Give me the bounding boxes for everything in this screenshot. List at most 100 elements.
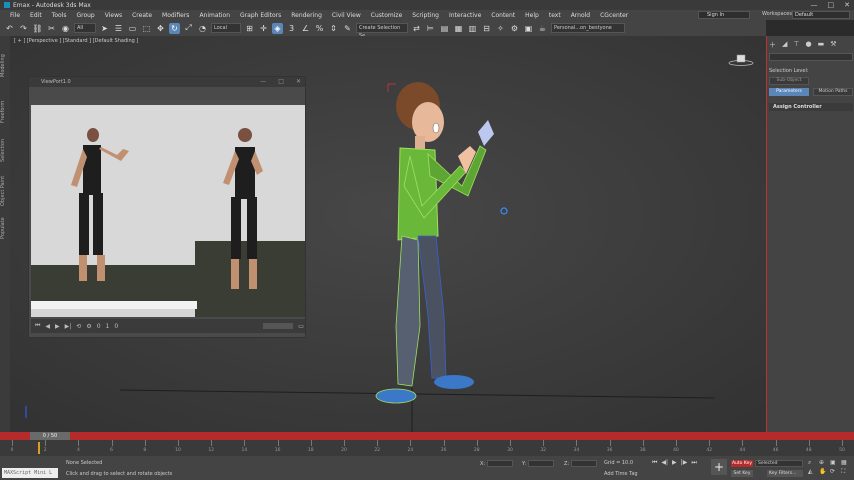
zoom-icon[interactable]: ⌕ bbox=[808, 459, 818, 467]
fullscreen-icon[interactable]: ▭ bbox=[298, 323, 304, 330]
redo-icon[interactable]: ↷ bbox=[18, 23, 29, 34]
volume-slider[interactable] bbox=[263, 323, 294, 329]
window-crossing-icon[interactable]: ⬚ bbox=[141, 23, 152, 34]
prev-key-button[interactable]: ◀| bbox=[661, 459, 668, 467]
keyframe-marker[interactable] bbox=[38, 442, 40, 454]
menu-interactive[interactable]: Interactive bbox=[449, 12, 481, 19]
auto-key-button[interactable]: Auto Key bbox=[731, 460, 753, 467]
render-frame-icon[interactable]: ▣ bbox=[523, 23, 534, 34]
track-bar[interactable]: 0 2 4 6 8 10 12 14 16 18 20 22 24 26 28 30 32 34 36 38 40 42 4… bbox=[0, 440, 854, 456]
sign-in-button[interactable]: Sign In bbox=[698, 11, 750, 19]
percent-snap-icon[interactable]: % bbox=[314, 23, 325, 34]
next-frame-icon[interactable]: ▶| bbox=[65, 323, 72, 330]
set-key-button[interactable]: Set Key bbox=[731, 470, 753, 477]
pan-icon[interactable]: ✋ bbox=[819, 468, 829, 476]
tab-populate[interactable]: Populate bbox=[0, 208, 10, 248]
menu-modifiers[interactable]: Modifiers bbox=[162, 12, 189, 19]
mirror-icon[interactable]: ⇄ bbox=[411, 23, 422, 34]
menu-customize[interactable]: Customize bbox=[371, 12, 403, 19]
menu-help[interactable]: Help bbox=[525, 12, 539, 19]
render-setup-icon[interactable]: ⚙ bbox=[509, 23, 520, 34]
menu-arnold[interactable]: Arnold bbox=[571, 12, 590, 19]
menu-cgcenter[interactable]: CGcenter bbox=[600, 12, 628, 19]
play-button[interactable]: ▶ bbox=[672, 459, 677, 467]
play-icon[interactable]: ▶ bbox=[55, 323, 60, 330]
unlink-icon[interactable]: ✂ bbox=[46, 23, 57, 34]
selection-filter-select[interactable]: All bbox=[74, 23, 96, 33]
menu-create[interactable]: Create bbox=[132, 12, 152, 19]
menu-rendering[interactable]: Rendering bbox=[291, 12, 322, 19]
bind-icon[interactable]: ◉ bbox=[60, 23, 71, 34]
rect-region-icon[interactable]: ▭ bbox=[127, 23, 138, 34]
maxscript-listener[interactable]: MAXScript Mini L bbox=[2, 468, 58, 478]
goto-start-icon[interactable]: ⏮ bbox=[35, 322, 40, 330]
object-name-field[interactable] bbox=[769, 53, 853, 61]
menu-graph-editors[interactable]: Graph Editors bbox=[240, 12, 281, 19]
viewcube-icon[interactable] bbox=[728, 54, 754, 66]
zoom-all-icon[interactable]: ⊕ bbox=[819, 459, 829, 467]
menu-civil-view[interactable]: Civil View bbox=[332, 12, 361, 19]
minimize-button[interactable]: — bbox=[811, 1, 818, 9]
scale-icon[interactable]: ⤢ bbox=[183, 23, 194, 34]
menu-animation[interactable]: Animation bbox=[199, 12, 230, 19]
prev-frame-icon[interactable]: ◀ bbox=[45, 323, 50, 330]
z-field[interactable] bbox=[571, 460, 598, 467]
key-set-select[interactable]: Selected bbox=[755, 460, 803, 467]
placement-icon[interactable]: ◔ bbox=[197, 23, 208, 34]
x-field[interactable] bbox=[487, 460, 514, 467]
menu-text[interactable]: text bbox=[549, 12, 561, 19]
goto-start-button[interactable]: ⏮ bbox=[652, 459, 657, 467]
motion-tab-icon[interactable]: ● bbox=[806, 40, 812, 50]
align-icon[interactable]: ⊨ bbox=[425, 23, 436, 34]
schematic-icon[interactable]: ⊟ bbox=[481, 23, 492, 34]
fov-icon[interactable]: ◭ bbox=[808, 468, 818, 476]
reference-coord-select[interactable]: Local bbox=[211, 23, 241, 33]
pivot-icon[interactable]: ⊞ bbox=[244, 23, 255, 34]
time-slider-track[interactable] bbox=[0, 432, 854, 440]
next-key-button[interactable]: |▶ bbox=[681, 459, 688, 467]
zoom-extents-icon[interactable]: ▣ bbox=[830, 459, 840, 467]
orbit-icon[interactable]: ⟳ bbox=[830, 468, 840, 476]
settings-icon[interactable]: ⚙ bbox=[86, 323, 91, 330]
angle-snap-icon[interactable]: ∠ bbox=[300, 23, 311, 34]
menu-tools[interactable]: Tools bbox=[52, 12, 67, 19]
tab-modeling[interactable]: Modeling bbox=[0, 44, 10, 88]
select-name-icon[interactable]: ☰ bbox=[113, 23, 124, 34]
close-button[interactable]: ✕ bbox=[844, 1, 850, 9]
loop-icon[interactable]: ⟲ bbox=[76, 323, 81, 330]
selection-set-select[interactable]: Create Selection Se bbox=[356, 23, 408, 39]
select-icon[interactable]: ➤ bbox=[99, 23, 110, 34]
select-manipulate-icon[interactable]: ◈ bbox=[272, 22, 283, 34]
menu-scripting[interactable]: Scripting bbox=[412, 12, 439, 19]
goto-end-button[interactable]: ⏭ bbox=[691, 459, 696, 467]
utilities-tab-icon[interactable]: ⚒ bbox=[830, 40, 836, 50]
motion-paths-button[interactable]: Motion Paths bbox=[813, 88, 853, 96]
key-filters-button[interactable]: Key Filters... bbox=[767, 470, 803, 477]
sub-object-button[interactable]: Sub-Object bbox=[769, 77, 809, 85]
menu-group[interactable]: Group bbox=[76, 12, 94, 19]
render-icon[interactable]: ☕ bbox=[537, 23, 548, 34]
y-field[interactable] bbox=[528, 460, 555, 467]
move-icon[interactable]: ✥ bbox=[155, 23, 166, 34]
graphite-icon[interactable]: ▦ bbox=[453, 23, 464, 34]
video-maximize-button[interactable]: □ bbox=[278, 78, 284, 85]
layer-icon[interactable]: ▤ bbox=[439, 23, 450, 34]
rotate-icon[interactable]: ↻ bbox=[169, 22, 180, 34]
maximize-button[interactable]: □ bbox=[828, 1, 835, 9]
menu-edit[interactable]: Edit bbox=[30, 12, 42, 19]
undo-icon[interactable]: ↶ bbox=[4, 23, 15, 34]
spinner-snap-icon[interactable]: ⇕ bbox=[328, 23, 339, 34]
zoom-extents-all-icon[interactable]: ▦ bbox=[841, 459, 851, 467]
video-close-button[interactable]: ✕ bbox=[296, 78, 301, 85]
display-tab-icon[interactable]: ▬ bbox=[818, 40, 825, 50]
modify-tab-icon[interactable]: ◢ bbox=[782, 40, 787, 50]
time-slider[interactable]: 0 / 50 bbox=[30, 432, 70, 440]
curve-editor-icon[interactable]: ▥ bbox=[467, 23, 478, 34]
video-minimize-button[interactable]: — bbox=[260, 78, 266, 85]
menu-file[interactable]: File bbox=[10, 12, 20, 19]
menu-views[interactable]: Views bbox=[105, 12, 122, 19]
hierarchy-tab-icon[interactable]: ⊤ bbox=[793, 40, 799, 50]
maximize-viewport-icon[interactable]: ⛶ bbox=[841, 468, 851, 476]
assign-controller-rollout[interactable]: Assign Controller bbox=[769, 103, 853, 111]
link-icon[interactable]: ⛓ bbox=[32, 23, 43, 34]
